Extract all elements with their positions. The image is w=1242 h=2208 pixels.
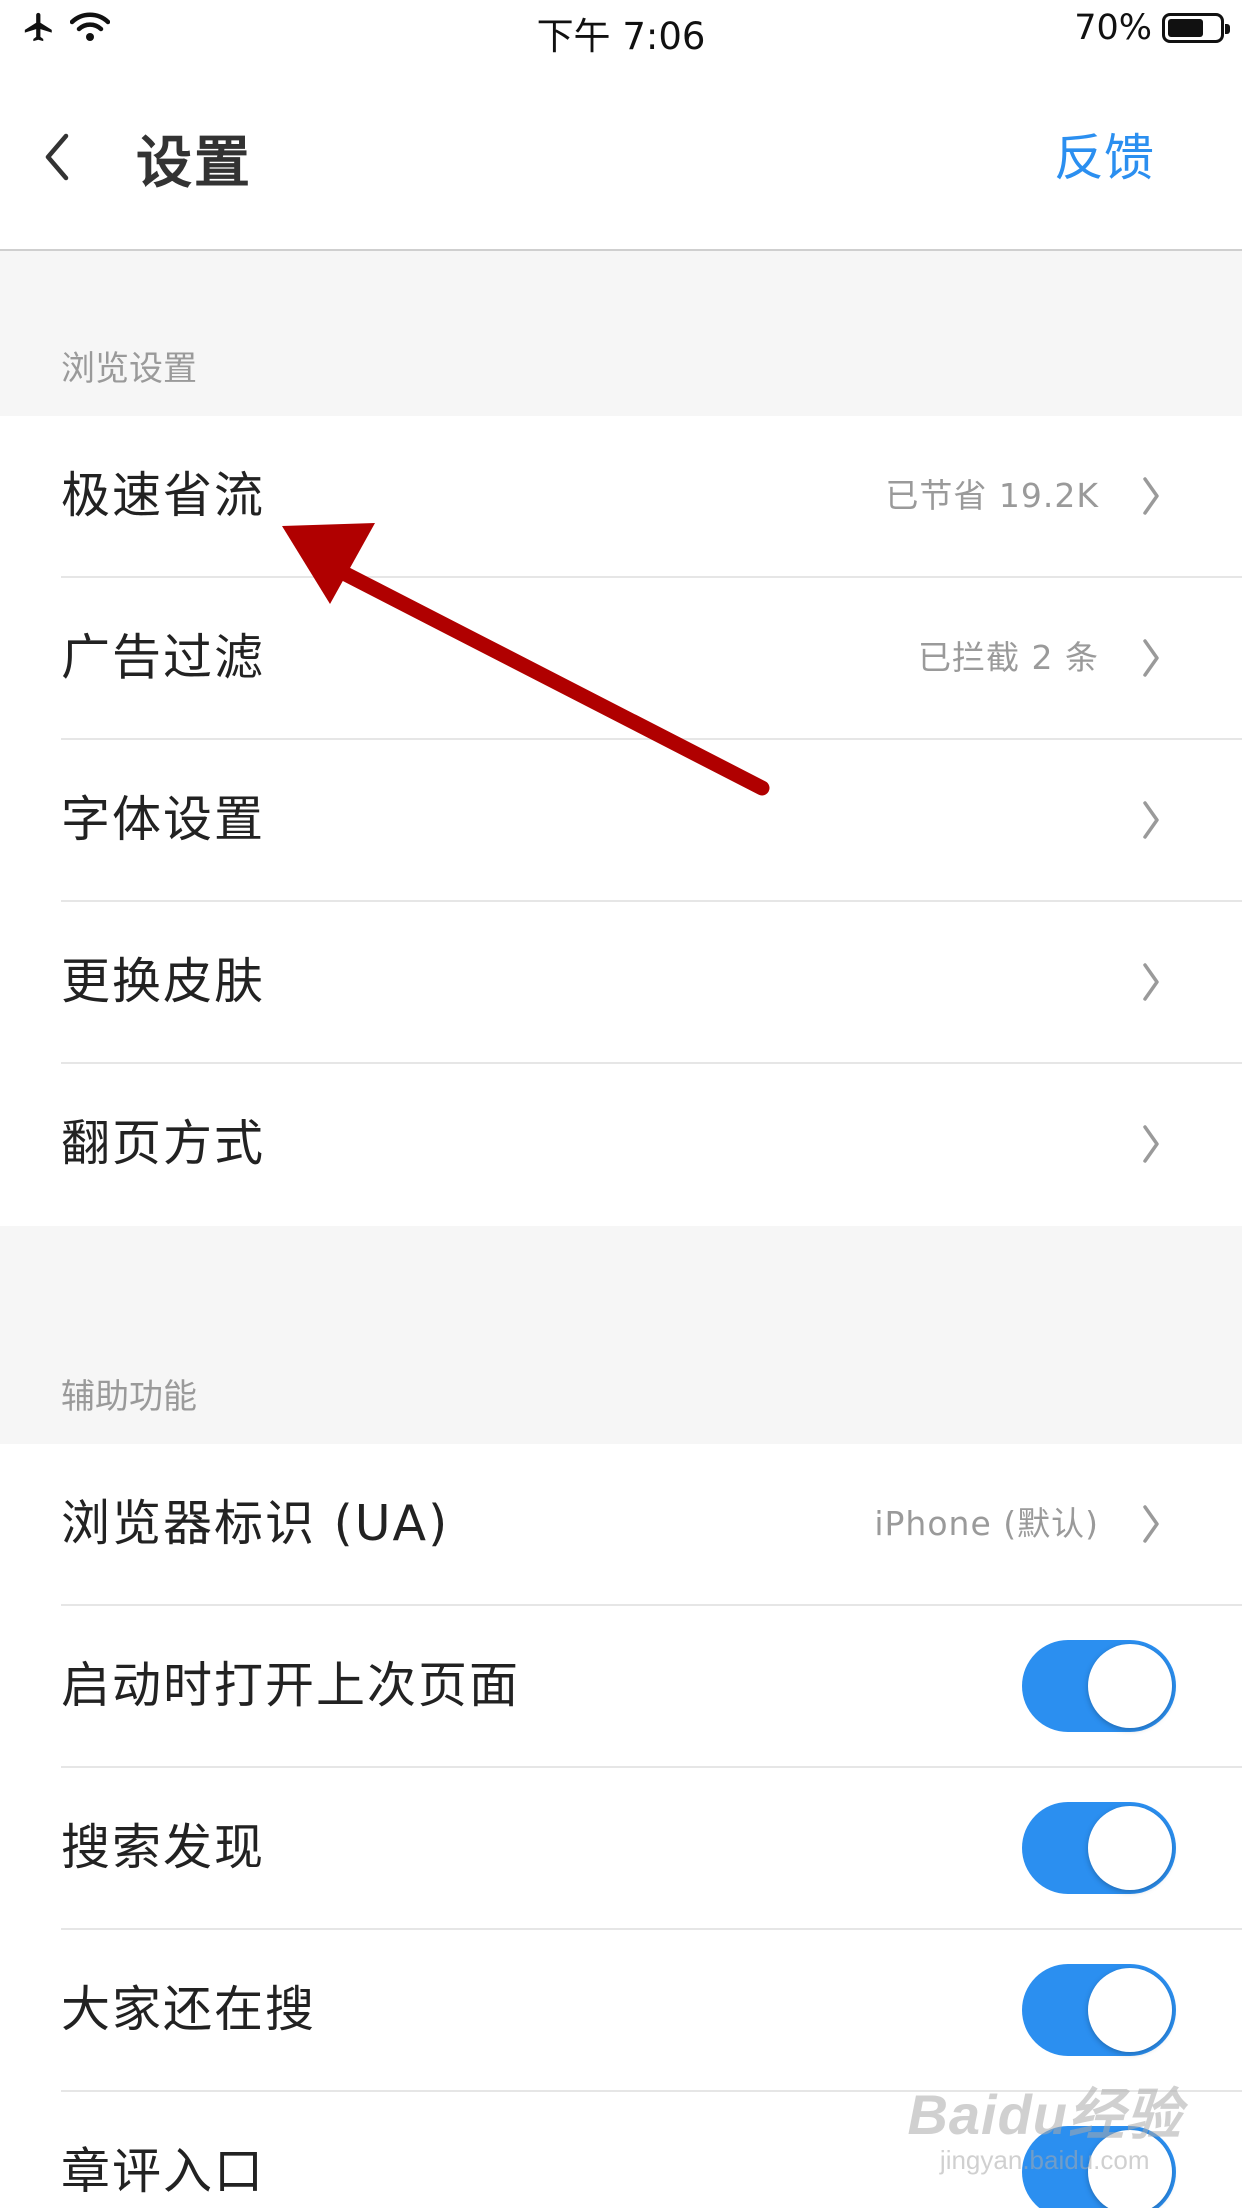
settings-row-font[interactable]: 字体设置 [0,740,1242,902]
toggle-knob [1088,1806,1172,1890]
navigation-header: 设置 反馈 [0,62,1242,251]
feedback-button[interactable]: 反馈 [1054,118,1154,190]
row-value: 已拦截 2 条 [918,638,1099,677]
section-title: 辅助功能 [61,1377,197,1417]
chevron-right-icon [1143,477,1159,515]
section-header-browsing: 浏览设置 [0,251,1242,416]
settings-row-skin[interactable]: 更换皮肤 [0,902,1242,1064]
others-searching-toggle[interactable] [1022,1964,1176,2056]
row-label: 浏览器标识 (UA) [61,1495,450,1552]
watermark: Baidu经验 jingyan.baidu.com [907,2070,1182,2176]
battery-icon [1162,13,1230,43]
settings-row-ad-filter[interactable]: 广告过滤 已拦截 2 条 [0,578,1242,740]
row-label: 广告过滤 [61,629,266,686]
settings-row-user-agent[interactable]: 浏览器标识 (UA) iPhone (默认) [0,1444,1242,1606]
restore-last-page-toggle[interactable] [1022,1640,1176,1732]
row-label: 更换皮肤 [61,953,266,1010]
row-label: 章评入口 [61,2143,266,2200]
section-header-accessibility: 辅助功能 [0,1226,1242,1444]
chevron-right-icon [1143,1505,1159,1543]
settings-row-search-discovery: 搜索发现 [0,1768,1242,1930]
row-label: 搜索发现 [61,1819,266,1876]
chevron-left-icon [45,133,69,181]
browsing-settings-group: 极速省流 已节省 19.2K 广告过滤 已拦截 2 条 字体设置 更换皮肤 翻页… [0,416,1242,1226]
status-time: 下午 7:06 [536,15,706,58]
section-title: 浏览设置 [61,349,197,389]
chevron-right-icon [1143,1125,1159,1163]
toggle-knob [1088,1968,1172,2052]
row-label: 启动时打开上次页面 [61,1657,521,1714]
row-label: 大家还在搜 [61,1981,317,2038]
chevron-right-icon [1143,639,1159,677]
settings-row-data-saver[interactable]: 极速省流 已节省 19.2K [0,416,1242,578]
chevron-right-icon [1143,801,1159,839]
settings-row-restore-last-page: 启动时打开上次页面 [0,1606,1242,1768]
battery-percent: 70% [1074,8,1152,48]
search-discovery-toggle[interactable] [1022,1802,1176,1894]
settings-row-others-searching: 大家还在搜 [0,1930,1242,2092]
back-button[interactable] [32,122,82,192]
row-value: iPhone (默认) [874,1504,1099,1543]
page-title: 设置 [136,131,252,196]
row-value: 已节省 19.2K [885,476,1099,515]
row-label: 翻页方式 [61,1115,266,1172]
row-label: 极速省流 [61,467,266,524]
battery-fill [1168,19,1203,37]
settings-row-page-turn[interactable]: 翻页方式 [0,1064,1242,1226]
row-label: 字体设置 [61,791,266,848]
watermark-url: jingyan.baidu.com [939,2145,1150,2175]
toggle-knob [1088,1644,1172,1728]
watermark-logo: Baidu经验 [907,2083,1182,2146]
chevron-right-icon [1143,963,1159,1001]
status-right: 70% [1074,8,1230,48]
battery-cap [1225,24,1230,34]
status-bar: 下午 7:06 70% [0,0,1242,62]
